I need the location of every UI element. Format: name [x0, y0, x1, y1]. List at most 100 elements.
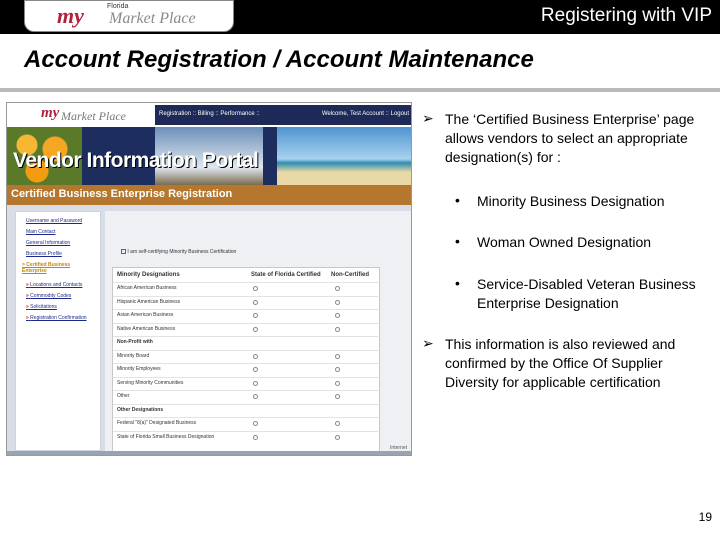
logo-my-text: my — [57, 3, 84, 28]
left-nav-item[interactable]: Username and Password — [26, 218, 82, 224]
portal-banner: Vendor Information Portal — [7, 127, 411, 185]
portal-nav-links[interactable]: Registration :: Billing :: Performance :… — [159, 111, 260, 117]
left-nav-item[interactable]: » Registration Confirmation — [26, 315, 87, 321]
radio-button[interactable] — [253, 380, 258, 386]
bullet-dot-icon: • — [455, 233, 460, 249]
table-row-label: Federal "8(a)" Designated Business — [117, 420, 197, 426]
designation-item: Woman Owned Designation — [477, 234, 652, 250]
table-row-label: African American Business — [117, 285, 177, 291]
radio-button[interactable] — [335, 367, 340, 372]
radio-button[interactable] — [253, 434, 258, 440]
portal-top-bar: my Market Place Registration :: Billing … — [7, 103, 411, 127]
table-row-label: Other Designations — [117, 406, 164, 413]
page-title: Account Registration / Account Maintenan… — [24, 46, 534, 73]
left-nav-item[interactable]: » Locations and Contacts — [26, 282, 82, 288]
title-divider — [0, 88, 720, 92]
table-row: Native American Business — [113, 322, 381, 334]
table-row-label: Hispanic American Business — [117, 298, 181, 305]
logo-florida-text: Florida — [107, 3, 129, 10]
table-row: Hispanic American Business — [113, 295, 381, 307]
radio-button[interactable] — [253, 353, 258, 359]
table-header: State of Florida Certified — [251, 272, 321, 278]
checkbox-icon[interactable] — [121, 249, 126, 255]
radio-button[interactable] — [253, 367, 258, 372]
nav-marker-icon: » — [26, 315, 29, 321]
note-paragraph: This information is also reviewed and co… — [445, 336, 676, 390]
bullet-dot-icon: • — [455, 192, 460, 208]
portal-welcome-text[interactable]: Welcome, Test Account :: Logout — [322, 111, 409, 117]
radio-button[interactable] — [335, 326, 340, 332]
radio-button[interactable] — [335, 421, 340, 426]
portal-section-title: Certified Business Enterprise Registrati… — [11, 188, 233, 200]
portal-logo-market-place: Market Place — [61, 109, 126, 123]
left-nav-item[interactable]: » Solicitations — [26, 304, 57, 310]
nav-marker-icon: » — [26, 304, 29, 310]
radio-button[interactable] — [253, 286, 258, 291]
table-row: Minority Employees — [113, 363, 381, 374]
table-header: Non-Certified — [331, 272, 369, 278]
radio-button[interactable] — [335, 394, 340, 399]
table-row-label: Other — [117, 393, 130, 399]
status-bar — [7, 451, 411, 455]
designation-item: Minority Business Designation — [477, 193, 665, 209]
designation-item: Service-Disabled Veteran Business Enterp… — [477, 276, 696, 311]
radio-button[interactable] — [335, 286, 340, 291]
left-nav-item[interactable]: » Commodity Codes — [26, 293, 71, 299]
portal-nav-bar: Registration :: Billing :: Performance :… — [155, 105, 411, 125]
portal-left-nav: Username and Password Main Contact Gener… — [15, 211, 101, 451]
radio-button[interactable] — [335, 313, 340, 318]
table-row-label: Minority Employees — [117, 366, 161, 372]
table-row: Minority Board — [113, 349, 381, 361]
nav-marker-icon: » — [26, 282, 29, 288]
radio-button[interactable] — [253, 313, 258, 318]
market-place-logo: my Florida Market Place — [24, 0, 234, 32]
radio-button[interactable] — [335, 353, 340, 359]
table-row: Non-Profit with — [113, 336, 381, 347]
self-certify-checkbox-row[interactable]: I am self-certifying Minority Business C… — [121, 249, 236, 255]
header-title: Registering with VIP — [540, 5, 712, 26]
table-row: Federal "8(a)" Designated Business — [113, 417, 381, 428]
table-row: Serving Minority Communities — [113, 376, 381, 388]
table-row-label: Serving Minority Communities — [117, 379, 184, 386]
portal-banner-title: Vendor Information Portal — [13, 149, 259, 172]
page-number: 19 — [698, 510, 712, 524]
portal-section-bar: Certified Business Enterprise Registrati… — [7, 185, 411, 205]
table-row: African American Business — [113, 282, 381, 293]
radio-button[interactable] — [335, 299, 340, 305]
bullet-dot-icon: • — [455, 275, 460, 291]
left-nav-item[interactable]: General Information — [26, 240, 70, 246]
left-nav-item-label: Commodity Codes — [30, 293, 72, 299]
table-row-label: Asian American Business — [117, 312, 174, 318]
arrow-bullet-icon: ➢ — [422, 110, 434, 126]
checkbox-label: I am self-certifying Minority Business C… — [127, 249, 237, 255]
intro-paragraph: The ‘Certified Business Enterprise’ page… — [445, 111, 695, 165]
radio-button[interactable] — [335, 380, 340, 386]
table-row-label: Non-Profit with — [117, 339, 153, 345]
left-nav-item-label: Registration Confirmation — [30, 315, 87, 321]
table-row-label: Native American Business — [117, 325, 176, 332]
designation-table: Minority Designations State of Florida C… — [112, 267, 381, 455]
left-nav-item-label: Locations and Contacts — [30, 282, 83, 288]
arrow-bullet-icon: ➢ — [422, 335, 434, 351]
nav-marker-icon: » — [26, 293, 29, 299]
table-row: Other Designations — [113, 403, 381, 415]
status-bar-text: Internet — [390, 445, 407, 451]
table-row: Other — [113, 390, 381, 401]
radio-button[interactable] — [253, 299, 258, 305]
portal-logo-my: my — [41, 105, 60, 121]
portal-screenshot: my Market Place Registration :: Billing … — [6, 102, 412, 456]
beach-image — [277, 127, 411, 185]
left-nav-item[interactable]: Main Contact — [26, 229, 55, 235]
radio-button[interactable] — [253, 326, 258, 332]
header-bar: my Florida Market Place Registering with… — [0, 0, 720, 34]
radio-button[interactable] — [253, 394, 258, 399]
left-nav-item-active[interactable]: > Certified Business Enterprise — [22, 262, 94, 274]
table-row-label: Minority Board — [117, 352, 150, 359]
left-nav-item-label: Solicitations — [30, 304, 57, 310]
left-nav-item[interactable]: Business Profile — [26, 251, 62, 257]
radio-button[interactable] — [253, 421, 258, 426]
table-header: Minority Designations — [117, 272, 180, 278]
table-row: Asian American Business — [113, 309, 381, 320]
table-row-label: State of Florida Small Business Designat… — [117, 433, 215, 440]
radio-button[interactable] — [335, 434, 340, 440]
